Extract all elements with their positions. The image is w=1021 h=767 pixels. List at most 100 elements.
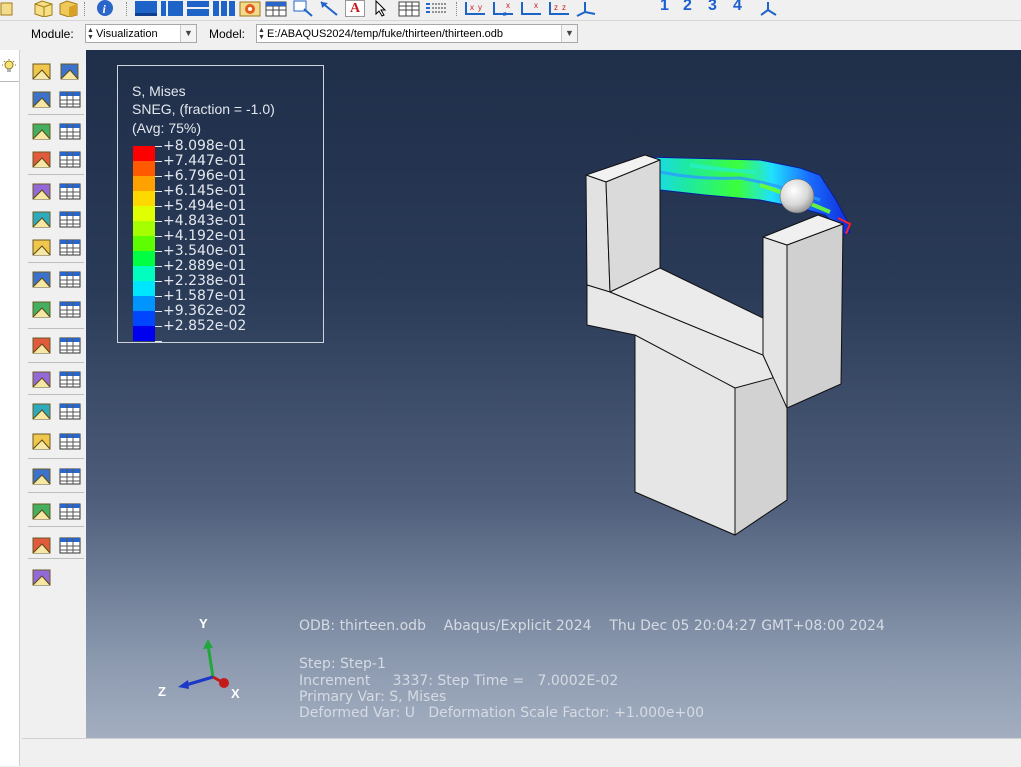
tile-viewports-icon[interactable]: [160, 0, 184, 17]
animate-scale-factor-icon[interactable]: [30, 236, 54, 260]
spin-arrows-icon: ▲ ▼: [87, 27, 94, 41]
triad-x-label: X: [231, 686, 240, 701]
svg-text:x: x: [534, 1, 538, 10]
context-bar: Module: ▲ ▼ Visualization ▼ Model: ▲ ▼ E:/…: [0, 21, 1021, 49]
visualization-toolbox: [26, 50, 86, 740]
svg-text:z: z: [503, 11, 507, 17]
message-area: [22, 738, 1021, 767]
create-xy-data-icon[interactable]: [58, 368, 82, 392]
toolbar-separator: [456, 2, 458, 16]
axis-triad-icon[interactable]: [573, 0, 599, 17]
table-options-icon[interactable]: [398, 0, 420, 17]
tree-divider: [0, 81, 19, 82]
view-1-button[interactable]: 1: [660, 0, 669, 15]
create-path-icon[interactable]: [30, 368, 54, 392]
toolbar-separator: [84, 2, 86, 16]
view-4-button[interactable]: 4: [733, 0, 742, 15]
report-field-output-icon[interactable]: [30, 334, 54, 358]
view-zx-icon[interactable]: xz: [491, 0, 517, 17]
report-options-icon[interactable]: [58, 334, 82, 358]
display-group-icon[interactable]: [30, 430, 54, 454]
svg-text:z: z: [554, 3, 558, 12]
stream-options-icon[interactable]: [58, 500, 82, 524]
u-frame-part: [585, 154, 844, 536]
toolbox-separator: [28, 558, 84, 559]
toolbox-separator: [28, 526, 84, 527]
query-table-icon[interactable]: [58, 298, 82, 322]
chevron-down-icon[interactable]: ▼: [561, 25, 577, 42]
plot-symbols-icon[interactable]: [30, 180, 54, 204]
view-3-button[interactable]: 3: [708, 0, 717, 15]
plot-allow-multiple-icon[interactable]: [58, 60, 82, 84]
free-body-cut-icon[interactable]: [30, 465, 54, 489]
annotation-icon[interactable]: [292, 0, 314, 17]
view-2-button[interactable]: 2: [683, 0, 692, 15]
color-code-icon[interactable]: [239, 0, 261, 17]
step-info: Step: Step-1: [299, 656, 386, 672]
triad-z-label: Z: [158, 684, 166, 699]
svg-text:x: x: [470, 3, 474, 12]
animation-options-icon[interactable]: [58, 268, 82, 292]
plot-undeformed-icon[interactable]: [30, 60, 54, 84]
plot-contours-undeformed-icon[interactable]: [30, 148, 54, 172]
chevron-down-icon[interactable]: ▼: [180, 25, 196, 42]
viewport[interactable]: S, Mises SNEG, (fraction = -1.0) (Avg: 7…: [86, 50, 1021, 738]
contour-options-icon[interactable]: [58, 148, 82, 172]
probe-values-icon[interactable]: [30, 298, 54, 322]
display-group-options-icon[interactable]: [58, 430, 82, 454]
cube-shaded-icon[interactable]: [57, 0, 79, 17]
model-tree-panel: [0, 50, 20, 766]
contour-options-icon[interactable]: [58, 120, 82, 144]
toolbar-separator: [126, 2, 128, 16]
spin-arrows-icon: ▲ ▼: [258, 27, 265, 41]
symbol-options-icon[interactable]: [58, 180, 82, 204]
tile-horizontal-icon[interactable]: [186, 0, 210, 17]
animate-time-history-icon[interactable]: [58, 236, 82, 260]
view-zz-icon[interactable]: zz: [547, 0, 573, 17]
svg-text:x: x: [506, 1, 510, 10]
view-xy-icon[interactable]: xy: [463, 0, 489, 17]
plot-material-orientations-icon[interactable]: [30, 208, 54, 232]
toolbox-separator: [28, 174, 84, 175]
overlay-plot-icon[interactable]: [30, 534, 54, 558]
plot-deformed-icon[interactable]: [30, 88, 54, 112]
primary-var-info: Primary Var: S, Mises: [299, 689, 447, 705]
view-cut-manager-icon[interactable]: [30, 400, 54, 424]
cube-icon[interactable]: [32, 0, 54, 17]
increment-info: Increment 3337: Step Time = 7.0002E-02: [299, 673, 619, 689]
module-label: Module:: [31, 27, 74, 41]
table-icon[interactable]: [265, 0, 287, 17]
common-options-icon[interactable]: [58, 88, 82, 112]
toolbox-separator: [28, 458, 84, 459]
sphere-impactor: [779, 178, 815, 214]
text-annotation-icon[interactable]: A: [345, 0, 365, 17]
orientation-options-icon[interactable]: [58, 208, 82, 232]
model-select-value: E:/ABAQUS2024/temp/fuke/thirteen/thirtee…: [267, 28, 504, 40]
axis-triad: [178, 639, 229, 689]
main-toolbar: i A xy xz x zz 1 2 3 4: [0, 0, 1021, 21]
toolbox-separator: [28, 492, 84, 493]
module-select[interactable]: ▲ ▼ Visualization ▼: [85, 24, 197, 43]
iso-view-icon[interactable]: [757, 0, 779, 17]
tool-pencil-icon[interactable]: [30, 566, 54, 590]
triad-y-label: Y: [199, 616, 208, 631]
animate-harmonic-icon[interactable]: [30, 268, 54, 292]
model-select[interactable]: ▲ ▼ E:/ABAQUS2024/temp/fuke/thirteen/thir…: [256, 24, 578, 43]
view-yx-icon[interactable]: x: [519, 0, 545, 17]
deformed-var-info: Deformed Var: U Deformation Scale Factor…: [299, 705, 705, 721]
free-body-options-icon[interactable]: [58, 465, 82, 489]
viewport-layout-icon[interactable]: [134, 0, 158, 17]
tile-vertical-icon[interactable]: [212, 0, 236, 17]
view-cut-options-icon[interactable]: [58, 400, 82, 424]
model-label: Model:: [209, 27, 246, 41]
toolbox-separator: [28, 362, 84, 363]
info-icon[interactable]: i: [94, 0, 116, 17]
plot-contours-icon[interactable]: [30, 120, 54, 144]
select-cursor-icon[interactable]: [372, 0, 392, 17]
overlay-options-icon[interactable]: [58, 534, 82, 558]
lightbulb-icon[interactable]: [1, 58, 17, 74]
legend-list-icon[interactable]: [424, 0, 448, 17]
file-cube-icon[interactable]: [0, 0, 14, 17]
arrow-annotation-icon[interactable]: [318, 0, 340, 17]
streamline-icon[interactable]: [30, 500, 54, 524]
